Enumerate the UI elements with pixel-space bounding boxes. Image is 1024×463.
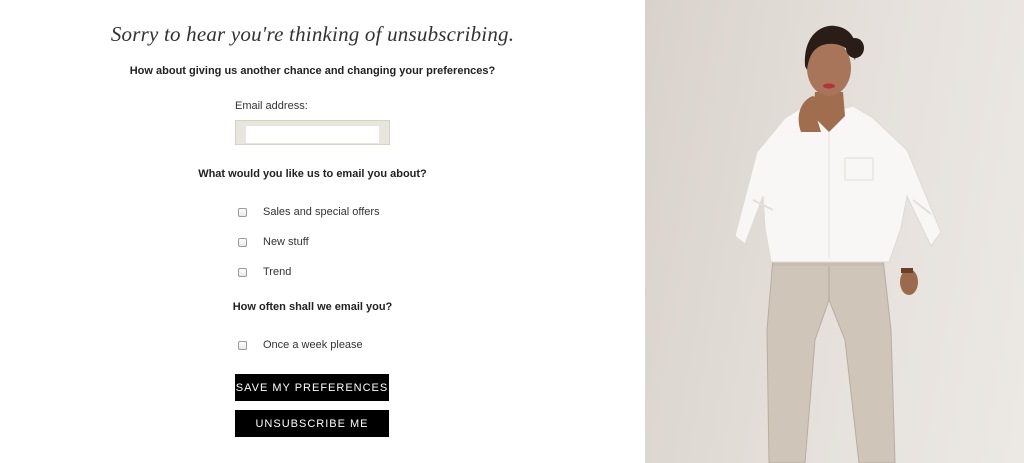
option-sales-offers[interactable]: Sales and special offers [236,205,380,219]
email-input[interactable] [246,125,379,143]
option-once-a-week[interactable]: Once a week please [236,338,363,352]
sales-offers-label: Sales and special offers [263,206,380,218]
page-title: Sorry to hear you're thinking of unsubsc… [110,22,515,46]
trend-label: Trend [263,266,292,278]
save-preferences-button[interactable]: SAVE MY PREFERENCES [235,374,389,401]
sales-offers-checkbox[interactable] [238,207,247,217]
once-a-week-checkbox[interactable] [238,340,247,350]
new-stuff-checkbox[interactable] [238,237,247,247]
frequency-question: How often shall we email you? [232,301,393,313]
unsubscribe-button[interactable]: UNSUBSCRIBE ME [235,410,389,437]
topics-question: What would you like us to email you abou… [198,168,427,180]
model-illustration [734,25,942,463]
page-subtitle: How about giving us another chance and c… [129,65,496,77]
model-photo [645,0,1024,463]
email-field-frame [235,120,390,145]
option-new-stuff[interactable]: New stuff [236,235,309,249]
once-a-week-label: Once a week please [263,339,363,351]
email-label: Email address: [235,100,308,112]
trend-checkbox[interactable] [238,267,247,277]
unsubscribe-page: Sorry to hear you're thinking of unsubsc… [0,0,1024,463]
option-trend[interactable]: Trend [236,265,291,279]
new-stuff-label: New stuff [263,236,309,248]
preferences-form: Sorry to hear you're thinking of unsubsc… [0,0,645,463]
